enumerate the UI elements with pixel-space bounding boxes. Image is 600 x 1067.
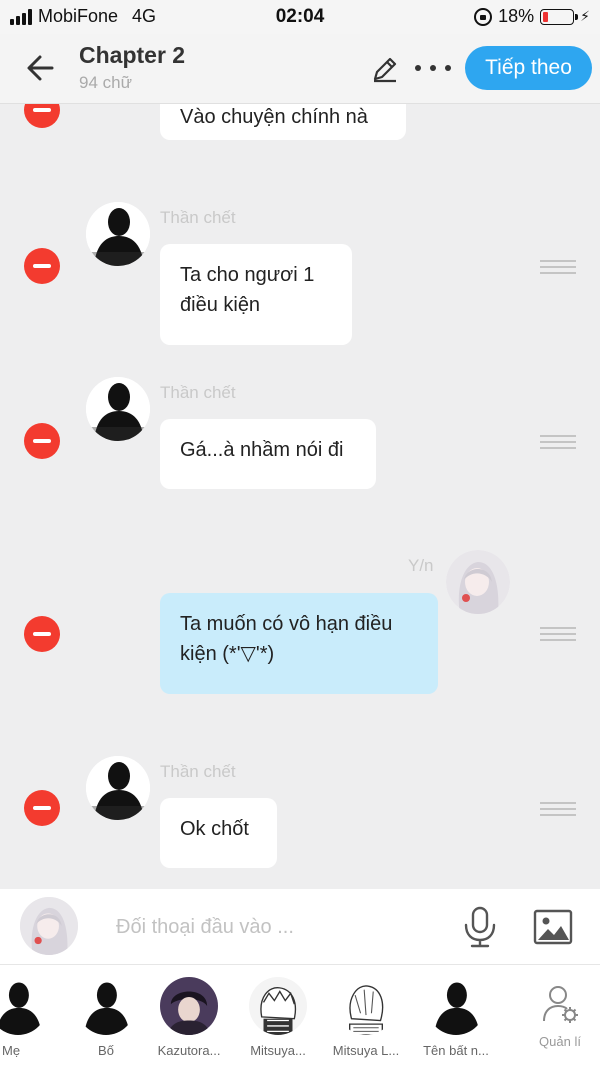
speaker-name: Y/n bbox=[408, 556, 434, 575]
manage-characters-button[interactable]: Quản lí bbox=[530, 983, 590, 1049]
character-name: Mitsuya... bbox=[250, 1043, 306, 1058]
speaker-name: Thần chết bbox=[160, 208, 236, 227]
character-name: Tên bất n... bbox=[423, 1043, 489, 1058]
character-name: Mẹ bbox=[2, 1043, 21, 1058]
character-avatar bbox=[427, 977, 485, 1035]
message-bubble[interactable]: Ok chốt bbox=[160, 798, 277, 868]
insert-image-button[interactable] bbox=[532, 907, 574, 947]
manage-label: Quản lí bbox=[539, 1034, 581, 1049]
character-item[interactable]: Tên bất n... bbox=[416, 977, 496, 1058]
silhouette-avatar-icon bbox=[427, 977, 485, 1035]
manga-character-avatar-icon bbox=[337, 977, 395, 1035]
message-row: Thần chết Ta cho ngươi 1 điều kiện bbox=[0, 202, 600, 352]
delete-message-button[interactable] bbox=[24, 616, 60, 652]
silhouette-avatar-icon bbox=[86, 377, 150, 441]
character-avatar bbox=[249, 977, 307, 1035]
speaker-name: Thần chết bbox=[160, 383, 236, 402]
drag-handle[interactable] bbox=[540, 802, 576, 816]
anime-boy-avatar-icon bbox=[160, 977, 218, 1035]
manage-user-gear-icon bbox=[543, 986, 578, 1023]
anime-girl-avatar-icon bbox=[20, 897, 78, 955]
more-dots-icon bbox=[415, 65, 421, 71]
delete-message-button[interactable] bbox=[24, 423, 60, 459]
character-name: Mitsuya L... bbox=[332, 1043, 400, 1058]
silhouette-avatar-icon bbox=[0, 977, 47, 1035]
anime-girl-avatar-icon bbox=[446, 550, 510, 614]
delete-message-button[interactable] bbox=[24, 248, 60, 284]
pencil-icon bbox=[373, 57, 397, 83]
manga-character-avatar-icon bbox=[249, 977, 307, 1035]
dialogue-input[interactable] bbox=[116, 909, 436, 945]
character-item[interactable]: Kazutora... bbox=[149, 977, 229, 1058]
back-arrow-icon bbox=[27, 55, 54, 81]
status-bar: MobiFone 4G 02:04 18% ⚡ bbox=[0, 0, 600, 34]
character-item[interactable]: Mẹ bbox=[0, 977, 58, 1058]
user-avatar[interactable] bbox=[446, 550, 510, 614]
character-avatar bbox=[77, 977, 135, 1035]
message-row: Thần chết Gá...à nhầm nói đi bbox=[0, 377, 600, 497]
rotation-lock-icon bbox=[474, 7, 493, 26]
chat-list[interactable]: Vào chuyện chính nà Thần chết Ta cho ngư… bbox=[0, 104, 600, 889]
message-row: Vào chuyện chính nà bbox=[0, 104, 600, 144]
character-avatar bbox=[0, 977, 47, 1035]
character-item[interactable]: Mitsuya... bbox=[238, 977, 318, 1058]
silhouette-avatar-icon bbox=[86, 202, 150, 266]
message-row: Thần chết Ok chốt bbox=[0, 756, 600, 876]
message-bubble[interactable]: Ta muốn có vô hạn điều kiện (*'▽'*) bbox=[160, 593, 438, 694]
character-avatar[interactable] bbox=[86, 756, 150, 820]
chapter-header: Chapter 2 94 chữ Tiếp theo bbox=[0, 34, 600, 104]
page-title: Chapter 2 bbox=[79, 42, 186, 68]
selected-character-avatar[interactable] bbox=[20, 897, 78, 955]
message-row: Y/n Ta muốn có vô hạn điều kiện (*'▽'*) bbox=[0, 550, 600, 700]
charging-icon: ⚡ bbox=[580, 8, 590, 24]
message-input-bar bbox=[0, 889, 600, 965]
character-item[interactable]: Bố bbox=[66, 977, 146, 1058]
character-avatar[interactable] bbox=[86, 202, 150, 266]
more-button[interactable] bbox=[415, 58, 451, 78]
drag-handle[interactable] bbox=[540, 260, 576, 274]
speaker-name: Thần chết bbox=[160, 762, 236, 781]
battery-icon bbox=[540, 8, 579, 25]
message-bubble[interactable]: Vào chuyện chính nà bbox=[160, 104, 406, 140]
back-button[interactable] bbox=[22, 48, 62, 88]
voice-input-button[interactable] bbox=[462, 905, 498, 949]
character-avatar bbox=[337, 977, 395, 1035]
character-selector: Mẹ Bố Kazutora... Mitsuya... Mitsuya L..… bbox=[0, 965, 600, 1067]
character-avatar bbox=[160, 977, 218, 1035]
character-name: Kazutora... bbox=[157, 1043, 221, 1058]
silhouette-avatar-icon bbox=[77, 977, 135, 1035]
character-name: Bố bbox=[98, 1043, 114, 1058]
edit-button[interactable] bbox=[370, 54, 400, 84]
battery-percent: 18% bbox=[498, 6, 535, 26]
delete-message-button[interactable] bbox=[24, 790, 60, 826]
drag-handle[interactable] bbox=[540, 435, 576, 449]
delete-message-button[interactable] bbox=[24, 104, 60, 128]
next-chapter-button[interactable]: Tiếp theo bbox=[465, 46, 592, 90]
silhouette-avatar-icon bbox=[86, 756, 150, 820]
character-item[interactable]: Mitsuya L... bbox=[326, 977, 406, 1058]
character-avatar[interactable] bbox=[86, 377, 150, 441]
drag-handle[interactable] bbox=[540, 627, 576, 641]
microphone-icon bbox=[464, 906, 496, 948]
message-bubble[interactable]: Ta cho ngươi 1 điều kiện bbox=[160, 244, 352, 345]
word-count: 94 chữ bbox=[79, 73, 132, 92]
message-bubble[interactable]: Gá...à nhầm nói đi bbox=[160, 419, 376, 489]
status-right: 18% ⚡ bbox=[474, 6, 590, 27]
image-icon bbox=[533, 909, 573, 945]
